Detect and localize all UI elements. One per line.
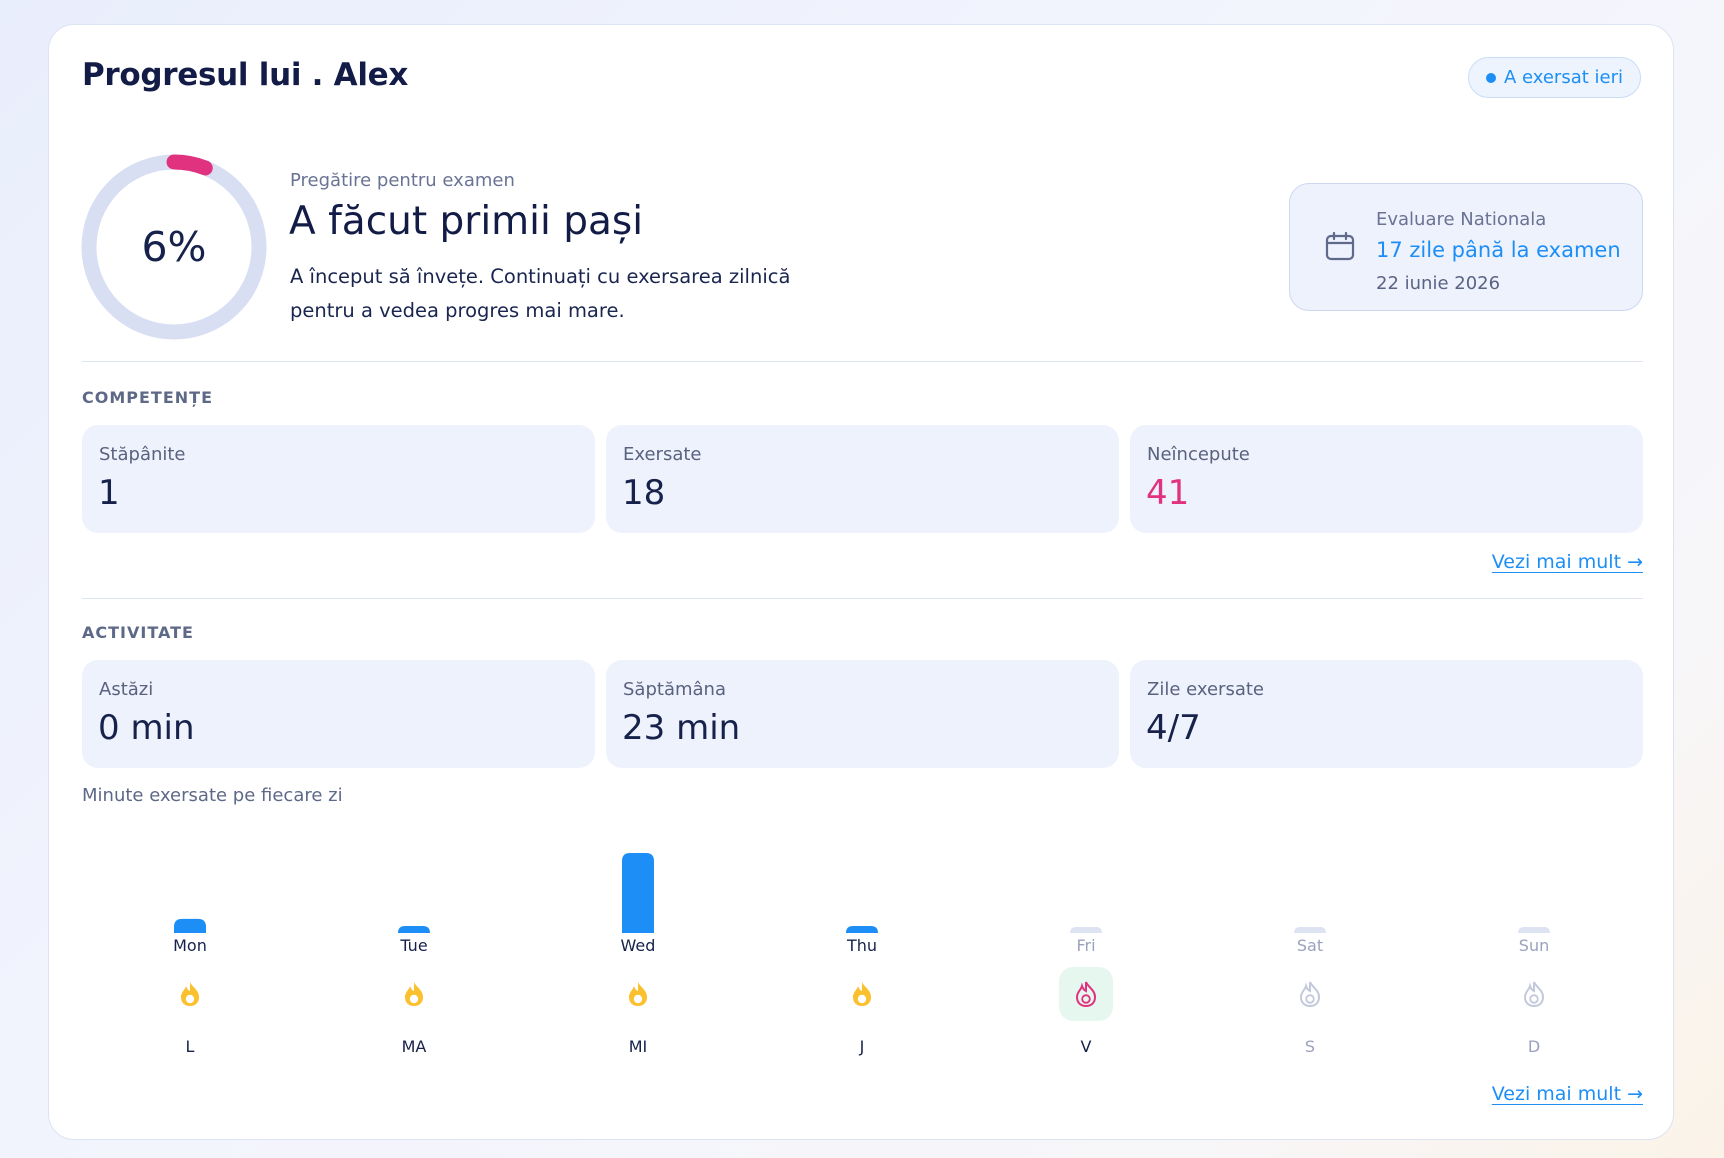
chart-tick-label: Fri: [1076, 936, 1095, 955]
level-description: A început să învețe. Continuați cu exers…: [290, 265, 791, 322]
streak-day: S: [1270, 967, 1350, 1056]
flame-outline-icon: [1059, 967, 1113, 1021]
streak-day-letter: J: [859, 1037, 865, 1056]
flame-outline-icon: [1283, 967, 1337, 1021]
flame-icon: [387, 967, 441, 1021]
stat-week: Săptămâna 23 min: [606, 660, 1119, 768]
chart-bar-tue: [398, 926, 430, 933]
stat-not-started: Neîncepute 41: [1130, 425, 1643, 533]
stat-days-practiced: Zile exersate 4/7: [1130, 660, 1643, 768]
flame-icon: [163, 967, 217, 1021]
progress-ring: 6%: [80, 153, 268, 341]
stat-value: 1: [98, 473, 120, 513]
chart-title: Minute exersate pe fiecare zi: [82, 785, 343, 806]
stat-value: 0 min: [98, 708, 195, 748]
stat-value: 18: [622, 473, 666, 513]
chart-tick-label: Sat: [1297, 936, 1323, 955]
stat-value: 4/7: [1146, 708, 1201, 748]
streak-day-letter: MA: [401, 1037, 427, 1056]
competente-section-title: COMPETENȚE: [82, 388, 213, 407]
streak-day: J: [822, 967, 902, 1056]
flame-outline-icon: [1507, 967, 1561, 1021]
stat-mastered: Stăpânite 1: [82, 425, 595, 533]
chart-tick-label: Mon: [173, 936, 207, 955]
stat-label: Săptămâna: [623, 679, 726, 700]
chart-bar-thu: [846, 926, 878, 933]
chart-bar-sun: [1518, 927, 1550, 933]
streak-day: MI: [598, 967, 678, 1056]
stat-label: Stăpânite: [99, 444, 186, 465]
chart-bar-mon: [174, 918, 206, 933]
chart-tick-label: Wed: [621, 936, 656, 955]
stat-label: Exersate: [623, 444, 702, 465]
competente-more-link[interactable]: Vezi mai mult →: [1492, 551, 1643, 573]
page-title: Progresul lui . Alex: [82, 57, 409, 93]
flame-icon: [611, 967, 665, 1021]
status-badge-label: A exersat ieri: [1503, 67, 1623, 88]
level-heading: A făcut primii pași: [289, 199, 644, 244]
progress-card: Progresul lui . Alex A exersat ieri 6% P…: [48, 24, 1674, 1140]
calendar-icon: [1324, 230, 1356, 266]
streak-day-letter: V: [1080, 1037, 1092, 1056]
activity-status-badge: A exersat ieri: [1467, 57, 1641, 98]
exam-prep-label: Pregătire pentru examen: [290, 170, 515, 191]
stat-value: 41: [1146, 473, 1190, 513]
stat-label: Zile exersate: [1147, 679, 1264, 700]
activitate-more-link[interactable]: Vezi mai mult →: [1492, 1083, 1643, 1105]
chart-tick-label: Thu: [846, 936, 877, 955]
activitate-section-title: ACTIVITATE: [82, 623, 194, 642]
chart-tick-label: Sun: [1519, 936, 1549, 955]
divider: [82, 598, 1643, 599]
streak-day: V: [1046, 967, 1126, 1056]
daily-minutes-chart: Mon Tue Wed Thu Fri Sat Sun: [173, 853, 1550, 955]
exam-countdown-card: Evaluare Nationala 17 zile până la exame…: [1289, 183, 1643, 311]
progress-percent: 6%: [141, 223, 207, 271]
flame-icon: [835, 967, 889, 1021]
exam-countdown: 17 zile până la examen: [1376, 238, 1621, 262]
streak-day: L: [150, 967, 230, 1056]
streak-day: D: [1494, 967, 1574, 1056]
chart-bar-wed: [622, 853, 654, 933]
exam-date: 22 iunie 2026: [1376, 273, 1501, 294]
stat-label: Astăzi: [99, 679, 154, 700]
status-dot: [1485, 72, 1496, 83]
streak-day: MA: [374, 967, 454, 1056]
streak-day-letter: S: [1304, 1037, 1316, 1056]
divider: [82, 361, 1643, 362]
streak-day-letter: MI: [628, 1037, 648, 1056]
stat-today: Astăzi 0 min: [82, 660, 595, 768]
exam-name: Evaluare Nationala: [1376, 209, 1547, 230]
chart-tick-label: Tue: [399, 936, 427, 955]
streak-day-letter: L: [185, 1037, 195, 1056]
chart-bar-fri: [1070, 927, 1102, 933]
stat-practiced: Exersate 18: [606, 425, 1119, 533]
chart-bar-sat: [1294, 927, 1326, 933]
stat-label: Neîncepute: [1147, 444, 1250, 465]
stat-value: 23 min: [622, 708, 741, 748]
streak-day-letter: D: [1527, 1037, 1541, 1056]
